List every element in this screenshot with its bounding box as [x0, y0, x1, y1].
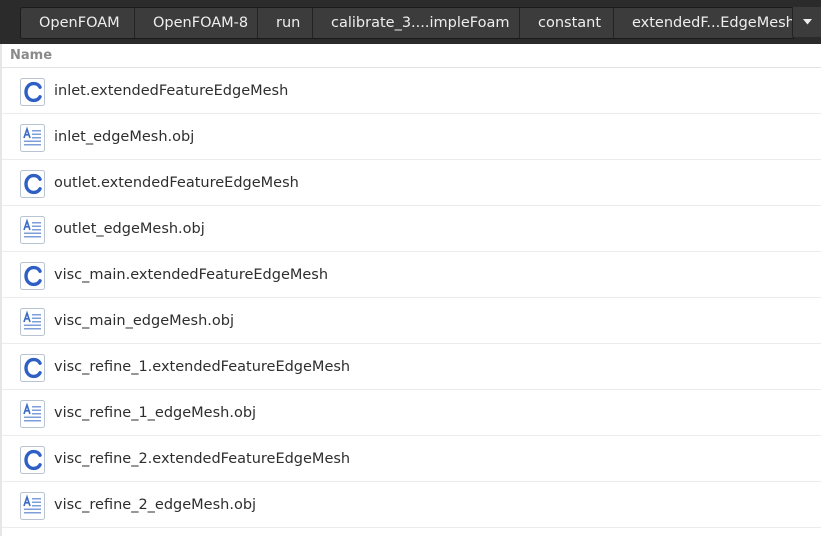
c-source-file-icon	[20, 78, 45, 106]
file-row[interactable]: visc_refine_2_edgeMesh.obj	[2, 482, 821, 528]
breadcrumb: OpenFOAM OpenFOAM-8 run calibrate_3....i…	[20, 7, 794, 39]
chevron-down-icon	[803, 19, 812, 25]
breadcrumb-openfoam-8[interactable]: OpenFOAM-8	[135, 8, 258, 38]
file-name: visc_refine_1_edgeMesh.obj	[54, 405, 257, 421]
file-row[interactable]: visc_main.extendedFeatureEdgeMesh	[2, 252, 821, 298]
file-row[interactable]: inlet_edgeMesh.obj	[2, 114, 821, 160]
text-file-icon	[20, 216, 45, 244]
file-name: visc_main.extendedFeatureEdgeMesh	[54, 267, 329, 283]
file-name: outlet_edgeMesh.obj	[54, 221, 205, 237]
file-list: inlet.extendedFeatureEdgeMesh inlet_edge…	[2, 68, 821, 528]
breadcrumb-run[interactable]: run	[258, 8, 313, 38]
breadcrumb-constant[interactable]: constant	[520, 8, 614, 38]
name-column-header[interactable]: Name	[2, 44, 821, 68]
file-name: inlet.extendedFeatureEdgeMesh	[54, 83, 289, 99]
text-file-icon	[20, 492, 45, 520]
path-overflow-button[interactable]	[792, 7, 821, 37]
text-file-icon	[20, 124, 45, 152]
text-file-icon	[20, 400, 45, 428]
file-row[interactable]: visc_refine_1_edgeMesh.obj	[2, 390, 821, 436]
file-row[interactable]: inlet.extendedFeatureEdgeMesh	[2, 68, 821, 114]
file-name: visc_refine_2_edgeMesh.obj	[54, 497, 257, 513]
name-column-label: Name	[10, 48, 53, 63]
file-row[interactable]: outlet.extendedFeatureEdgeMesh	[2, 160, 821, 206]
c-source-file-icon	[20, 262, 45, 290]
path-bar: OpenFOAM OpenFOAM-8 run calibrate_3....i…	[0, 0, 821, 44]
text-file-icon	[20, 308, 45, 336]
breadcrumb-openfoam[interactable]: OpenFOAM	[21, 8, 135, 38]
file-name: visc_refine_2.extendedFeatureEdgeMesh	[54, 451, 351, 467]
breadcrumb-extendedfeatureedgemesh[interactable]: extendedF...EdgeMesh	[614, 8, 793, 38]
file-name: visc_refine_1.extendedFeatureEdgeMesh	[54, 359, 351, 375]
file-row[interactable]: visc_refine_2.extendedFeatureEdgeMesh	[2, 436, 821, 482]
file-name: inlet_edgeMesh.obj	[54, 129, 195, 145]
breadcrumb-calibrate[interactable]: calibrate_3....impleFoam	[313, 8, 520, 38]
file-row[interactable]: visc_refine_1.extendedFeatureEdgeMesh	[2, 344, 821, 390]
c-source-file-icon	[20, 446, 45, 474]
file-row[interactable]: visc_main_edgeMesh.obj	[2, 298, 821, 344]
c-source-file-icon	[20, 170, 45, 198]
file-list-view: Name inlet.extendedFeatureEdgeMesh inlet…	[0, 44, 821, 536]
file-row[interactable]: outlet_edgeMesh.obj	[2, 206, 821, 252]
file-name: visc_main_edgeMesh.obj	[54, 313, 235, 329]
file-name: outlet.extendedFeatureEdgeMesh	[54, 175, 299, 191]
c-source-file-icon	[20, 354, 45, 382]
